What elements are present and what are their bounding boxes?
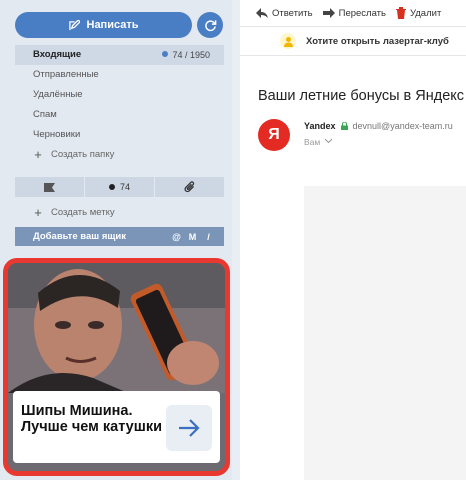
reply-button[interactable]: Ответить (256, 8, 313, 19)
email-body (304, 186, 466, 480)
at-sign-icon: @ (172, 231, 181, 242)
chevron-down-icon (325, 138, 333, 144)
add-mailbox-label: Добавьте ваш ящик (33, 231, 126, 242)
compose-icon (68, 19, 80, 30)
message-view: Ответить Переслать Удалит Хотите открыть… (240, 0, 466, 480)
folder-label: Входящие (33, 49, 82, 60)
recipient-label: Вам (304, 137, 321, 147)
unread-filter[interactable]: 74 (84, 177, 154, 197)
important-filter[interactable] (15, 177, 84, 197)
folder-list: Входящие 74 / 1950 Отправленные Удалённы… (15, 45, 224, 165)
refresh-button[interactable] (197, 12, 223, 38)
unread-count: 74 / 1950 (162, 45, 210, 65)
gmail-icon: M (188, 231, 197, 242)
create-label-link[interactable]: + Создать метку (15, 203, 115, 223)
advertisement[interactable]: Шипы Мишина. Лучше чем катушки (3, 258, 230, 476)
folder-label: Черновики (33, 129, 81, 140)
dot-icon (108, 184, 115, 190)
attachments-filter[interactable] (154, 177, 224, 197)
plus-icon: + (34, 205, 42, 220)
folder-deleted[interactable]: Удалённые (15, 85, 224, 105)
plus-icon: + (34, 147, 42, 162)
arrow-right-icon (179, 419, 200, 437)
ad-image (8, 263, 225, 393)
folder-label: Спам (33, 109, 57, 120)
compose-button[interactable]: Написать (15, 12, 192, 38)
folder-sent[interactable]: Отправленные (15, 65, 224, 85)
folder-drafts[interactable]: Черновики (15, 125, 224, 145)
folder-spam[interactable]: Спам (15, 105, 224, 125)
business-icon (280, 33, 296, 49)
ad-arrow-button[interactable] (166, 405, 212, 451)
delete-label: Удалит (409, 7, 442, 19)
lock-icon (340, 122, 348, 130)
paperclip-icon (184, 181, 194, 193)
create-folder-link[interactable]: + Создать папку (15, 145, 224, 165)
sender-email: devnull@yandex-team.ru (352, 121, 453, 131)
folder-label: Удалённые (33, 89, 83, 100)
forward-button[interactable]: Переслать (322, 7, 386, 19)
add-mailbox-bar[interactable]: Добавьте ваш ящик @ M / (15, 227, 224, 246)
sender-name: Yandex (304, 121, 336, 131)
sender-info[interactable]: Yandex devnull@yandex-team.ru (304, 121, 453, 131)
recipient-line[interactable]: Вам (304, 137, 333, 147)
refresh-icon (204, 19, 216, 31)
forward-icon (322, 8, 335, 18)
flag-icon (44, 182, 55, 192)
reply-icon (256, 8, 268, 18)
unread-dot-icon (162, 51, 169, 57)
delete-button[interactable]: Удалит (395, 7, 442, 19)
sidebar: Написать Входящие 74 / 1950 Отправленные… (0, 0, 232, 480)
folder-inbox[interactable]: Входящие 74 / 1950 (15, 45, 224, 65)
unread-filter-count: 74 (119, 182, 130, 192)
create-folder-label: Создать папку (51, 149, 115, 160)
folder-label: Отправленные (33, 69, 99, 80)
sender-avatar: Я (258, 119, 290, 151)
forward-label: Переслать (338, 7, 386, 19)
unread-count-text: 74 / 1950 (172, 50, 210, 60)
filter-bar: 74 (15, 177, 224, 197)
message-toolbar: Ответить Переслать Удалит (240, 0, 466, 27)
ad-caption: Шипы Мишина. Лучше чем катушки (13, 391, 220, 463)
ad-text: Шипы Мишина. Лучше чем катушки (21, 403, 162, 435)
reply-label: Ответить (272, 7, 313, 19)
create-label-text: Создать метку (51, 207, 115, 218)
trash-icon (395, 7, 406, 19)
promo-banner[interactable]: Хотите открыть лазертаг-клуб (240, 27, 466, 56)
slash-icon: / (207, 231, 210, 242)
email-subject: Ваши летние бонусы в Яндекс (258, 88, 465, 104)
compose-label: Написать (86, 19, 139, 31)
banner-text: Хотите открыть лазертаг-клуб (306, 35, 449, 47)
mailbox-providers: @ M / (171, 231, 214, 242)
